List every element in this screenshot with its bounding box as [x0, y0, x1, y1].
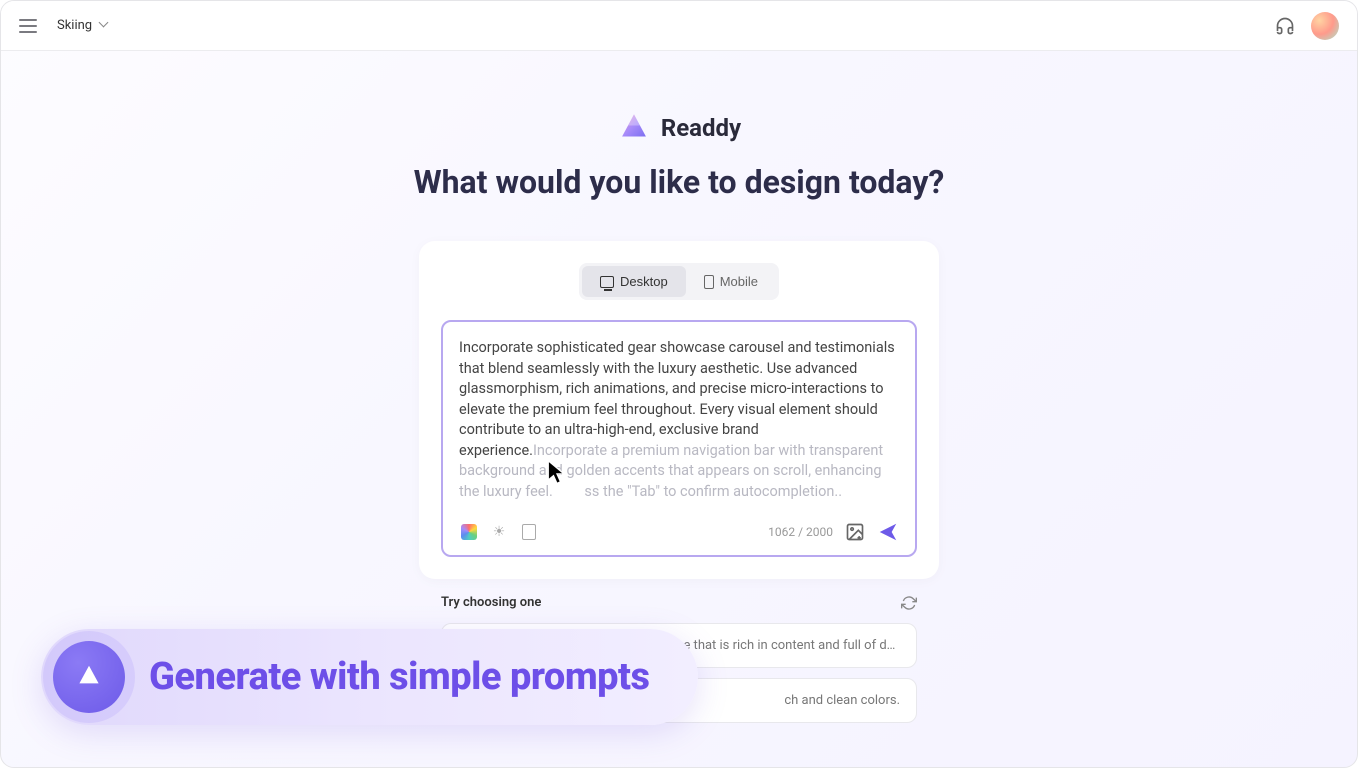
feature-banner: Generate with simple prompts — [41, 629, 698, 725]
user-avatar[interactable] — [1311, 12, 1339, 40]
app-header: Skiing — [1, 1, 1357, 51]
brand-logo-row: Readdy — [617, 111, 741, 145]
mobile-icon — [704, 275, 714, 289]
project-dropdown[interactable]: Skiing — [57, 18, 110, 33]
desktop-icon — [600, 276, 614, 288]
prompt-input-box[interactable]: Incorporate sophisticated gear showcase … — [441, 320, 917, 557]
prompt-card: Desktop Mobile Incorporate sophisticated… — [419, 241, 939, 579]
suggestion-text: ch and clean colors. — [784, 693, 900, 708]
character-count: 1062 / 2000 — [768, 525, 833, 539]
brightness-icon[interactable] — [489, 522, 509, 542]
send-button[interactable] — [877, 521, 899, 543]
desktop-label: Desktop — [620, 274, 668, 289]
mobile-label: Mobile — [720, 274, 758, 289]
banner-text: Generate with simple prompts — [149, 655, 650, 699]
refresh-suggestions-icon[interactable] — [901, 595, 917, 611]
headline: What would you like to design today? — [1, 163, 1357, 201]
readdy-logo-icon — [617, 111, 651, 145]
suggestions-title: Try choosing one — [441, 595, 541, 610]
banner-logo-icon — [73, 661, 105, 693]
support-headphones-icon[interactable] — [1275, 16, 1295, 36]
document-icon[interactable] — [519, 522, 539, 542]
device-toggle: Desktop Mobile — [579, 263, 779, 300]
hamburger-menu-icon[interactable] — [19, 19, 37, 33]
brand-name: Readdy — [661, 114, 741, 142]
desktop-toggle-button[interactable]: Desktop — [582, 266, 686, 297]
mobile-toggle-button[interactable]: Mobile — [686, 266, 776, 297]
prompt-text-content: Incorporate sophisticated gear showcase … — [459, 338, 899, 503]
color-palette-icon[interactable] — [459, 522, 479, 542]
prompt-tab-hint: ss the "Tab" to confirm autocompletion.. — [584, 483, 842, 500]
banner-logo-circle — [53, 641, 125, 713]
project-name: Skiing — [57, 18, 92, 33]
add-image-icon[interactable] — [845, 522, 865, 542]
chevron-down-icon — [100, 21, 110, 31]
